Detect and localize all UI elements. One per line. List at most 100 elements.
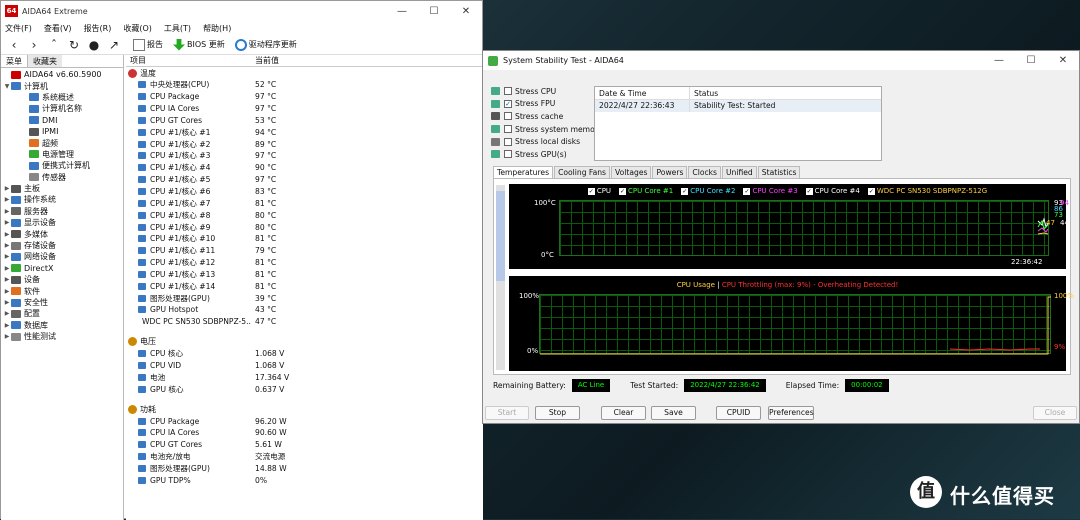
- stability-close-button[interactable]: ✕: [1047, 55, 1079, 66]
- stop-button[interactable]: Stop: [535, 406, 580, 420]
- table-row[interactable]: CPU IA Cores 90.60 W: [126, 427, 483, 439]
- stress-checkbox[interactable]: [504, 87, 512, 96]
- table-row[interactable]: GPU Hotspot 43 °C: [126, 304, 483, 316]
- tab-menu[interactable]: 菜单: [1, 55, 28, 67]
- table-row[interactable]: 电池充/放电 交流电源: [126, 451, 483, 463]
- tree-arrow-icon[interactable]: ▶: [3, 253, 11, 260]
- sidebar-item[interactable]: ▶ 服务器: [1, 206, 123, 217]
- table-row[interactable]: CPU #1/核心 #6 83 °C: [126, 186, 483, 198]
- table-row[interactable]: CPU #1/核心 #11 79 °C: [126, 245, 483, 257]
- sensor-section-header[interactable]: 电压: [126, 336, 483, 348]
- sidebar-item[interactable]: AIDA64 v6.60.5900: [1, 69, 123, 80]
- legend-checkbox[interactable]: ✓: [681, 187, 689, 195]
- table-row[interactable]: CPU Package 97 °C: [126, 91, 483, 103]
- tab-favorites[interactable]: 收藏夹: [28, 55, 62, 67]
- bios-update-button[interactable]: BIOS 更新: [173, 38, 225, 51]
- header-status[interactable]: Status: [690, 87, 718, 99]
- tree-arrow-icon[interactable]: ▶: [3, 219, 11, 226]
- report-button[interactable]: 报告: [133, 38, 163, 51]
- sidebar-item[interactable]: DMI: [1, 115, 123, 126]
- stability-maximize-button[interactable]: ☐: [1015, 55, 1047, 66]
- start-button[interactable]: Start: [485, 406, 529, 420]
- sidebar-item[interactable]: ▶ 软件: [1, 285, 123, 296]
- minimize-button[interactable]: —: [386, 6, 418, 17]
- sidebar-item[interactable]: ▶ 网络设备: [1, 251, 123, 262]
- table-row[interactable]: 图形处理器(GPU) 39 °C: [126, 292, 483, 304]
- legend-checkbox[interactable]: ✓: [587, 187, 595, 195]
- table-row[interactable]: CPU #1/核心 #2 89 °C: [126, 138, 483, 150]
- table-row[interactable]: 2022/4/27 22:36:43 Stability Test: Start…: [595, 100, 881, 112]
- stress-checkbox[interactable]: [504, 150, 512, 159]
- tree-arrow-icon[interactable]: ▶: [3, 333, 11, 340]
- sidebar-item[interactable]: 便携式计算机: [1, 160, 123, 171]
- sidebar-item[interactable]: ▶ 操作系统: [1, 194, 123, 205]
- tab-unified[interactable]: Unified: [722, 166, 757, 178]
- maximize-button[interactable]: ☐: [418, 6, 450, 17]
- back-icon[interactable]: ‹: [5, 38, 23, 52]
- tree-arrow-icon[interactable]: ▼: [3, 83, 11, 90]
- table-row[interactable]: CPU #1/核心 #9 80 °C: [126, 221, 483, 233]
- refresh-icon[interactable]: ↻: [65, 38, 83, 52]
- stress-option[interactable]: Stress CPU: [491, 85, 602, 98]
- tree-arrow-icon[interactable]: ▶: [3, 242, 11, 249]
- table-row[interactable]: 中央处理器(CPU) 52 °C: [126, 79, 483, 91]
- table-row[interactable]: CPU IA Cores 97 °C: [126, 103, 483, 115]
- tree-arrow-icon[interactable]: ▶: [3, 288, 11, 295]
- table-row[interactable]: CPU #1/核心 #5 97 °C: [126, 174, 483, 186]
- tab-cooling-fans[interactable]: Cooling Fans: [554, 166, 611, 178]
- tree-arrow-icon[interactable]: ▶: [3, 299, 11, 306]
- sensor-section-header[interactable]: 温度: [126, 67, 483, 79]
- menu-item-5[interactable]: 帮助(H): [203, 23, 231, 34]
- table-row[interactable]: CPU #1/核心 #13 81 °C: [126, 269, 483, 281]
- stress-option[interactable]: Stress GPU(s): [491, 148, 602, 161]
- tab-powers[interactable]: Powers: [652, 166, 688, 178]
- stress-option[interactable]: Stress local disks: [491, 135, 602, 148]
- table-row[interactable]: CPU VID 1.068 V: [126, 360, 483, 372]
- legend-item[interactable]: ✓ CPU Core #1: [619, 187, 673, 195]
- table-row[interactable]: CPU #1/核心 #14 81 °C: [126, 280, 483, 292]
- table-row[interactable]: CPU #1/核心 #10 81 °C: [126, 233, 483, 245]
- stress-option[interactable]: Stress cache: [491, 110, 602, 123]
- table-row[interactable]: GPU 核心 0.637 V: [126, 383, 483, 395]
- tab-statistics[interactable]: Statistics: [757, 166, 801, 178]
- user-icon[interactable]: ●: [85, 38, 103, 52]
- legend-checkbox[interactable]: ✓: [867, 187, 875, 195]
- tree-arrow-icon[interactable]: ▶: [3, 196, 11, 203]
- sidebar-item[interactable]: ▶ 主板: [1, 183, 123, 194]
- column-value[interactable]: 当前值: [251, 55, 279, 66]
- sidebar-item[interactable]: 系统概述: [1, 92, 123, 103]
- legend-item[interactable]: ✓ CPU Core #4: [805, 187, 860, 195]
- sidebar-item[interactable]: 电源管理: [1, 149, 123, 160]
- table-row[interactable]: CPU GT Cores 5.61 W: [126, 439, 483, 451]
- preferences-button[interactable]: Preferences: [768, 406, 814, 420]
- table-row[interactable]: WDC PC SN530 SDBPNPZ-5... 47 °C: [126, 316, 483, 328]
- legend-item[interactable]: ✓ CPU Core #3: [743, 187, 798, 195]
- stress-checkbox[interactable]: [504, 125, 512, 134]
- column-item[interactable]: 项目: [126, 55, 251, 66]
- table-row[interactable]: CPU 核心 1.068 V: [126, 348, 483, 360]
- stress-checkbox[interactable]: [504, 112, 512, 121]
- driver-update-button[interactable]: 驱动程序更新: [234, 38, 297, 51]
- menu-item-1[interactable]: 查看(V): [44, 23, 72, 34]
- sidebar-item[interactable]: 传感器: [1, 172, 123, 183]
- table-row[interactable]: CPU #1/核心 #3 97 °C: [126, 150, 483, 162]
- legend-checkbox[interactable]: ✓: [619, 187, 627, 195]
- stress-option[interactable]: ✓ Stress FPU: [491, 98, 602, 111]
- table-row[interactable]: 图形处理器(GPU) 14.88 W: [126, 462, 483, 474]
- sidebar-item[interactable]: ▶ 性能测试: [1, 331, 123, 342]
- table-row[interactable]: CPU Package 96.20 W: [126, 415, 483, 427]
- table-row[interactable]: CPU #1/核心 #12 81 °C: [126, 257, 483, 269]
- table-row[interactable]: CPU #1/核心 #4 90 °C: [126, 162, 483, 174]
- sensor-section-header[interactable]: 功耗: [126, 403, 483, 415]
- list-scrollbar[interactable]: [496, 185, 505, 370]
- table-row[interactable]: CPU GT Cores 53 °C: [126, 115, 483, 127]
- close-button[interactable]: ✕: [450, 6, 482, 17]
- sidebar-item[interactable]: ▶ 设备: [1, 274, 123, 285]
- sidebar-item[interactable]: ▶ 存储设备: [1, 240, 123, 251]
- tree-arrow-icon[interactable]: ▶: [3, 185, 11, 192]
- menu-item-3[interactable]: 收藏(O): [123, 23, 152, 34]
- up-icon[interactable]: ˆ: [45, 38, 63, 52]
- sidebar-item[interactable]: 超频: [1, 137, 123, 148]
- save-button[interactable]: Save: [651, 406, 696, 420]
- stability-minimize-button[interactable]: —: [983, 55, 1015, 66]
